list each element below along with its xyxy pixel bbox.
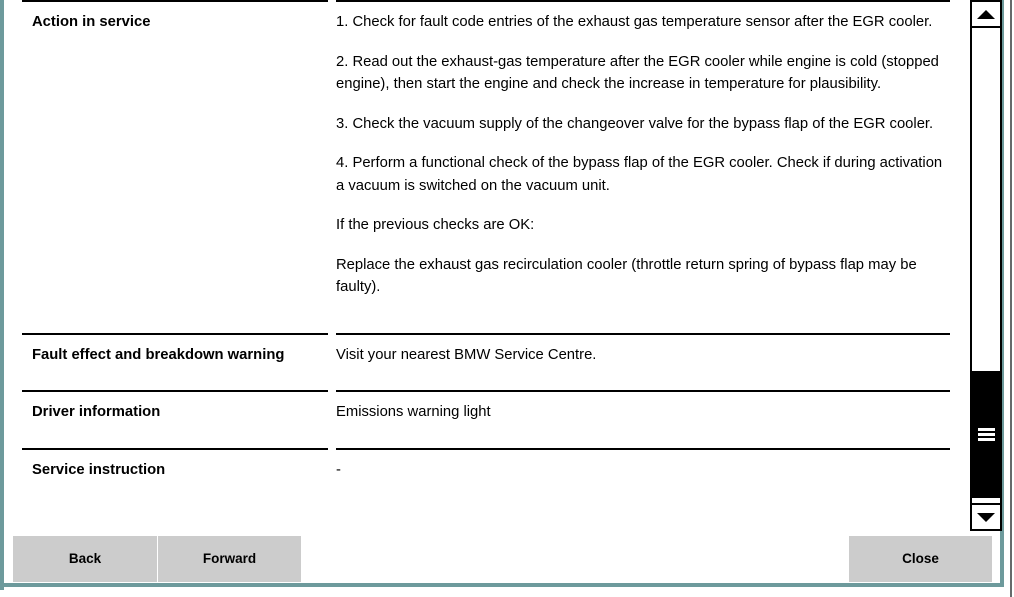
row-label: Fault effect and breakdown warning [32, 346, 285, 363]
scrollbar-track[interactable] [972, 28, 1000, 503]
back-button[interactable]: Back [13, 536, 157, 582]
vertical-scrollbar[interactable] [970, 0, 1002, 531]
forward-button[interactable]: Forward [158, 536, 301, 582]
row-paragraph: 1. Check for fault code entries of the e… [336, 14, 933, 30]
fault-detail-window: Action in service 1. Check for fault cod… [0, 0, 1014, 597]
row-label: Driver information [32, 404, 161, 420]
table-row: Service instruction - [22, 450, 950, 494]
row-paragraph: Replace the exhaust gas recirculation co… [336, 256, 917, 296]
table-row: Action in service 1. Check for fault cod… [22, 2, 950, 311]
row-label: Action in service [32, 14, 151, 30]
scroll-up-button[interactable] [972, 2, 1000, 28]
table-row: Driver information Emissions warning lig… [22, 392, 950, 436]
row-content: - [328, 450, 950, 494]
row-spacer [22, 436, 950, 448]
row-paragraph: If the previous checks are OK: [336, 217, 535, 233]
row-content: Visit your nearest BMW Service Centre. [328, 335, 950, 379]
row-spacer [22, 378, 950, 390]
button-bar: Back Forward Close [4, 531, 1000, 583]
grip-lines-icon [977, 428, 995, 441]
table-row: Fault effect and breakdown warning Visit… [22, 335, 950, 379]
row-paragraph: 3. Check the vacuum supply of the change… [336, 115, 934, 132]
window-outer-edge [1010, 0, 1012, 597]
row-paragraph: Emissions warning light [336, 404, 491, 420]
row-content: 1. Check for fault code entries of the e… [328, 2, 950, 311]
triangle-down-icon [977, 512, 995, 522]
window-frame-bottom [0, 583, 1007, 587]
scrollbar-thumb[interactable] [972, 371, 1000, 498]
fault-detail-table: Action in service 1. Check for fault cod… [22, 0, 950, 520]
close-button[interactable]: Close [849, 536, 992, 582]
row-paragraph: 2. Read out the exhaust-gas temperature … [336, 53, 939, 93]
row-content: Emissions warning light [328, 392, 950, 436]
scroll-down-button[interactable] [972, 503, 1000, 529]
content-panel: Action in service 1. Check for fault cod… [4, 0, 1002, 583]
row-spacer [22, 311, 950, 333]
row-paragraph: - [336, 461, 341, 478]
row-paragraph: Visit your nearest BMW Service Centre. [336, 346, 597, 363]
triangle-up-icon [977, 9, 995, 19]
row-label: Service instruction [32, 461, 166, 478]
row-paragraph: 4. Perform a functional check of the byp… [336, 155, 943, 194]
